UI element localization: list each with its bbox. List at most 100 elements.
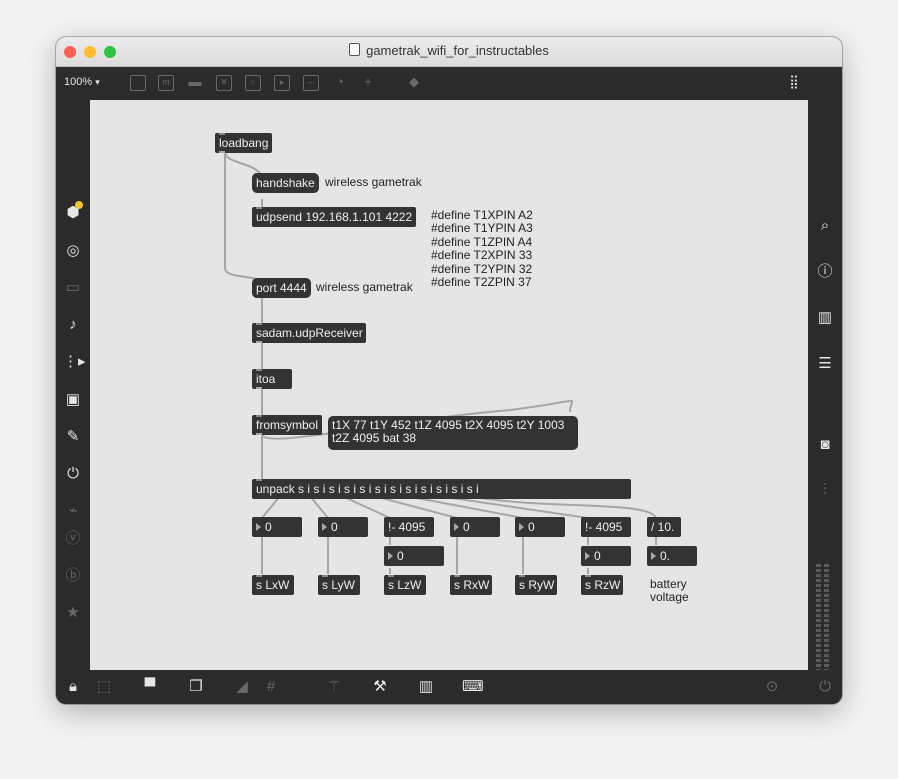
number-box-battery[interactable]: 0.: [647, 546, 697, 566]
invert-z2-object[interactable]: !- 4095: [581, 517, 631, 537]
send-rx-label: s RxW: [454, 578, 490, 592]
outlet[interactable]: [256, 433, 262, 435]
grid-dots-icon[interactable]: ⣿: [785, 73, 803, 91]
patch-canvas[interactable]: loadbang handshake wireless gametrak udp…: [90, 100, 808, 670]
wrench-icon[interactable]: ⚒: [370, 677, 390, 697]
level-meter-left: [816, 562, 821, 670]
inlet[interactable]: [256, 369, 262, 371]
divide-label: / 10.: [651, 520, 675, 534]
inlet[interactable]: [256, 479, 262, 481]
dial-icon[interactable]: ◔: [331, 73, 349, 91]
presentation-icon[interactable]: ▀: [140, 677, 160, 697]
number-box-lx[interactable]: 0: [252, 517, 302, 537]
chevron-down-icon: ▾: [95, 77, 100, 87]
send-ry-label: s RyW: [519, 578, 555, 592]
new-message-icon[interactable]: m: [158, 75, 174, 91]
ry-value: 0: [528, 520, 535, 534]
send-ry-object[interactable]: s RyW: [515, 575, 557, 595]
fromsymbol-object[interactable]: fromsymbol: [252, 415, 322, 435]
udpsend-label: udpsend 192.168.1.101 4222: [256, 210, 413, 224]
inlet[interactable]: [256, 575, 262, 577]
comment-icon[interactable]: ▬: [186, 73, 204, 91]
paperclip-icon[interactable]: ✎: [63, 427, 83, 447]
list-icon[interactable]: ☰: [815, 354, 835, 374]
slider-icon[interactable]: –: [303, 75, 319, 91]
grid-icon[interactable]: #: [261, 677, 281, 697]
inlet[interactable]: [388, 575, 394, 577]
udpsend-object[interactable]: udpsend 192.168.1.101 4222: [252, 207, 416, 227]
send-rz-object[interactable]: s RzW: [581, 575, 623, 595]
b-icon[interactable]: ⓑ: [63, 566, 83, 586]
left-sidebar: ⬢ ◎ ▭ ♪ ⋮▸ ▣ ✎ ⏻ ⌁ ⓥ ⓑ ★: [56, 100, 90, 670]
cube-icon[interactable]: ⬢: [63, 201, 83, 223]
playlist-icon[interactable]: ⋮▸: [63, 352, 86, 372]
image-icon[interactable]: ▣: [63, 390, 83, 410]
outlet[interactable]: [256, 341, 262, 343]
number-box-rx[interactable]: 0: [450, 517, 500, 537]
number-box-rz[interactable]: 0: [581, 546, 631, 566]
level-meter-right: [824, 562, 829, 670]
number-box-arrow: [519, 523, 524, 531]
book-icon[interactable]: ▥: [815, 308, 835, 328]
search-icon[interactable]: ⌕: [815, 216, 835, 236]
send-ly-label: s LyW: [322, 578, 355, 592]
connector-icon[interactable]: ⌁: [63, 501, 83, 521]
number-box-arrow: [256, 523, 261, 531]
target-icon[interactable]: ◎: [63, 241, 83, 261]
zoom-select[interactable]: 100% ▾: [64, 76, 100, 88]
inlet[interactable]: [256, 323, 262, 325]
number-box-lz[interactable]: 0: [384, 546, 444, 566]
itoa-label: itoa: [256, 372, 276, 386]
outlet[interactable]: [256, 387, 262, 389]
send-ly-object[interactable]: s LyW: [318, 575, 360, 595]
plug-icon[interactable]: ⏻: [63, 464, 83, 484]
cord: [261, 495, 281, 519]
unpack-object[interactable]: unpack s i s i s i s i s i s i s i s i s…: [252, 479, 631, 499]
send-lz-object[interactable]: s LzW: [384, 575, 426, 595]
invert-z1-label: !- 4095: [388, 520, 426, 534]
number-box-ry[interactable]: 0: [515, 517, 565, 537]
button-object-icon[interactable]: ○: [245, 75, 261, 91]
inlet[interactable]: [454, 575, 460, 577]
star-icon[interactable]: ★: [63, 603, 83, 623]
v-icon[interactable]: ⓥ: [63, 529, 83, 549]
new-object-icon[interactable]: [130, 75, 146, 91]
data-message[interactable]: t1X 77 t1Y 452 t1Z 4095 t2X 4095 t2Y 100…: [328, 416, 578, 450]
inlet[interactable]: [256, 207, 262, 209]
udp-receiver-object[interactable]: sadam.udpReceiver: [252, 323, 366, 343]
invert-z1-object[interactable]: !- 4095: [384, 517, 434, 537]
handshake-message[interactable]: handshake: [252, 173, 319, 193]
send-rx-object[interactable]: s RxW: [450, 575, 492, 595]
paint-bucket-icon[interactable]: ◆: [405, 73, 423, 91]
play-icon[interactable]: ⊙: [762, 677, 782, 697]
number-box-ly[interactable]: 0: [318, 517, 368, 537]
camera-icon[interactable]: ◙: [815, 435, 835, 455]
keyboard-icon[interactable]: ⌨: [462, 677, 484, 697]
lock-icon[interactable]: 🔒︎: [63, 677, 83, 697]
inlet[interactable]: [219, 133, 225, 135]
inlet[interactable]: [256, 415, 262, 417]
music-note-icon[interactable]: ♪: [63, 315, 83, 335]
send-lx-object[interactable]: s LxW: [252, 575, 294, 595]
windows-icon[interactable]: ❐: [186, 677, 206, 697]
loadbang-object[interactable]: loadbang: [215, 133, 273, 153]
magic-icon[interactable]: ⚚: [324, 677, 344, 697]
inlet[interactable]: [585, 575, 591, 577]
divide-object[interactable]: / 10.: [647, 517, 681, 537]
sliders-icon[interactable]: ⫶: [815, 480, 835, 500]
toggle-icon[interactable]: ✕: [216, 75, 232, 91]
inlet[interactable]: [519, 575, 525, 577]
edit-icon[interactable]: ⬚: [94, 677, 114, 697]
number-box-icon[interactable]: ▸: [274, 75, 290, 91]
plus-icon[interactable]: +: [359, 73, 377, 91]
midi-keyboard-icon[interactable]: ▥: [416, 677, 436, 697]
inlet[interactable]: [322, 575, 328, 577]
hide-icon[interactable]: ◢: [232, 677, 252, 697]
info-icon[interactable]: ⓘ: [815, 262, 835, 282]
port-message[interactable]: port 4444: [252, 278, 311, 298]
device-icon[interactable]: ▭: [63, 278, 83, 298]
itoa-object[interactable]: itoa: [252, 369, 292, 389]
power-icon[interactable]: ⏻: [815, 677, 835, 697]
outlet[interactable]: [219, 151, 225, 153]
number-box-arrow: [651, 552, 656, 560]
